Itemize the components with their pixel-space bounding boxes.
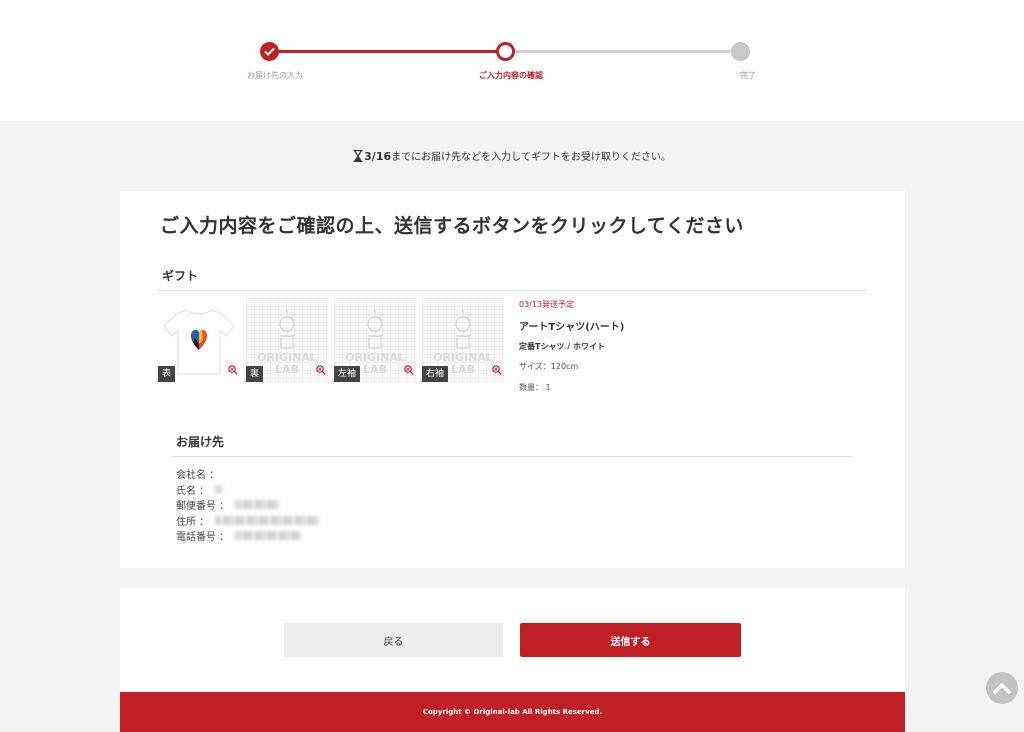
page-title: ご入力内容をご確認の上、送信するボタンをクリックしてください: [160, 215, 744, 237]
address-row-postal: 郵便番号 ：: [176, 497, 319, 513]
copyright-text: Copyright © Original-lab All Rights Rese…: [422, 708, 603, 716]
step-1-marker: [260, 42, 279, 61]
redacted-value: [215, 515, 320, 525]
deadline-text: までにお届け先などを入力してギフトをお受け取りください。: [391, 152, 671, 163]
thumbnail-back[interactable]: ORIGINAL LAB 裏: [246, 298, 328, 382]
stepper-line-pending: [506, 50, 740, 53]
address-row-phone: 電話番号 ：: [176, 528, 319, 544]
step-3-marker: [731, 42, 750, 61]
ship-date: 03/13発送予定: [519, 300, 575, 309]
check-icon: [264, 47, 275, 56]
hourglass-icon: [353, 149, 363, 165]
product-variant: 定番Tシャツ / ホワイト: [519, 342, 605, 351]
product-name: アートTシャツ(ハート): [519, 322, 625, 333]
gift-divider: [158, 290, 866, 291]
thumbnail-right-sleeve[interactable]: ORIGINAL LAB 右袖: [422, 298, 504, 382]
placeholder-text-2: LAB: [275, 363, 299, 376]
thumbnail-front[interactable]: 表: [158, 298, 240, 382]
stepper-line-completed: [270, 50, 506, 53]
address-label: 電話番号 ：: [176, 532, 230, 544]
address-section-title: お届け先: [176, 435, 225, 449]
thumbnail-tag: 表: [158, 366, 176, 382]
zoom-in-icon[interactable]: [492, 360, 502, 379]
product-size: サイズ：120cm: [519, 362, 579, 371]
address-label: 住所 ：: [176, 516, 210, 528]
footer: Copyright © Original-lab All Rights Rese…: [120, 692, 905, 732]
action-card: 戻る 送信する: [120, 588, 905, 692]
address-row-company: 会社名 ：: [176, 466, 319, 482]
redacted-value: [235, 500, 280, 510]
step-1-label: お届け先の入力: [247, 71, 303, 80]
address-row-name: 氏名 ：: [176, 482, 319, 498]
submit-button[interactable]: 送信する: [520, 623, 741, 657]
address-divider: [172, 456, 852, 457]
zoom-in-icon[interactable]: [404, 360, 414, 379]
thumbnail-tag: 裏: [246, 366, 264, 382]
address-label: 氏名 ：: [176, 485, 210, 497]
deadline-date: 3/16: [364, 150, 392, 163]
back-button[interactable]: 戻る: [284, 623, 503, 657]
thumbnail-left-sleeve[interactable]: ORIGINAL LAB 左袖: [334, 298, 416, 382]
redacted-value: [215, 484, 224, 494]
confirmation-card: ご入力内容をご確認の上、送信するボタンをクリックしてください ギフト 表 ORI…: [120, 191, 905, 568]
address-list: 会社名 ： 氏名 ： 郵便番号 ： 住所 ： 電話番号 ：: [176, 466, 320, 544]
chevron-up-icon: [993, 683, 1011, 694]
product-info: 03/13発送予定 アートTシャツ(ハート) 定番Tシャツ / ホワイト サイズ…: [519, 299, 624, 393]
placeholder-text-2: LAB: [363, 363, 387, 376]
progress-stepper: お届け先の入力 ご入力内容の確認 完了: [0, 0, 1024, 121]
thumbnail-tag: 左袖: [334, 366, 361, 382]
redacted-value: [235, 531, 302, 541]
address-label: 会社名 ：: [176, 470, 220, 482]
step-3-label: 完了: [740, 71, 756, 80]
address-row-address: 住所 ：: [176, 513, 320, 529]
back-to-top-button[interactable]: [986, 672, 1018, 704]
zoom-in-icon[interactable]: [228, 360, 238, 379]
deadline-notice: 3/16までにお届け先などを入力してギフトをお受け取りください。: [0, 148, 1024, 165]
gift-section-title: ギフト: [162, 269, 199, 283]
thumbnail-tag: 右袖: [422, 366, 449, 382]
product-quantity: 数量： 1: [519, 383, 551, 392]
placeholder-text-2: LAB: [451, 363, 475, 376]
zoom-in-icon[interactable]: [316, 360, 326, 379]
address-label: 郵便番号 ：: [176, 501, 230, 513]
step-2-marker: [496, 42, 515, 61]
step-2-label: ご入力内容の確認: [479, 71, 543, 80]
